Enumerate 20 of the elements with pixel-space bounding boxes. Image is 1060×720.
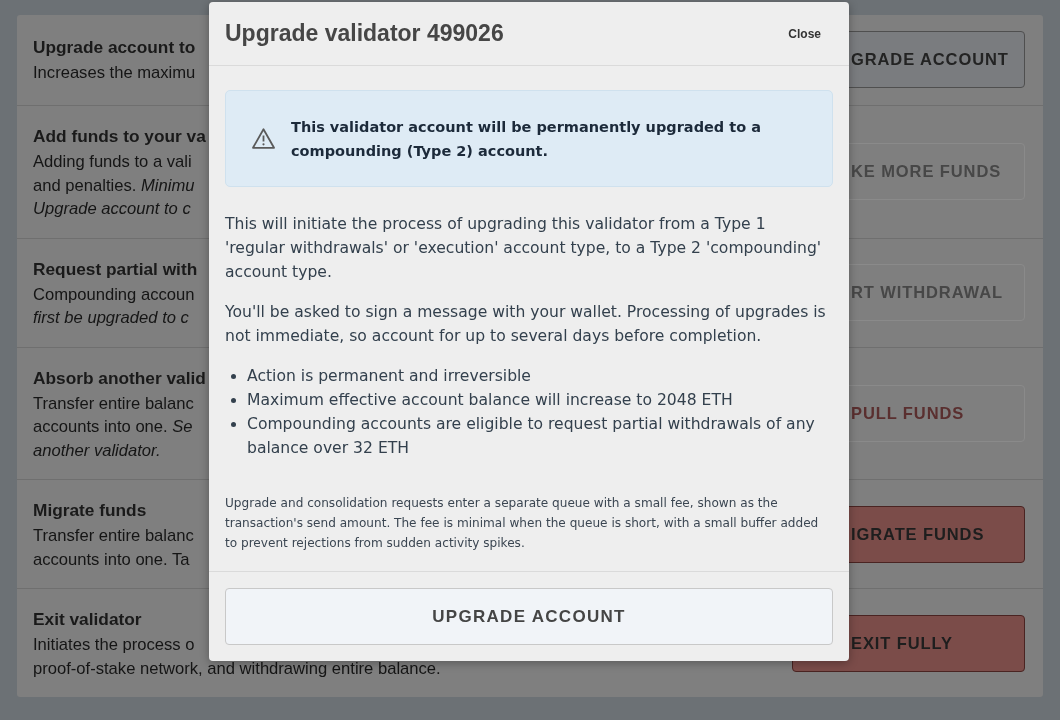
action-title: Upgrade account to bbox=[33, 36, 196, 60]
action-description: Transfer entire balanc accounts into one. Ta bbox=[33, 525, 194, 571]
action-description: Compounding accoun first be upgraded to c bbox=[33, 283, 195, 329]
dialog-title: Upgrade validator 499026 bbox=[225, 20, 504, 47]
action-title: Exit validator bbox=[33, 608, 142, 631]
action-title: Absorb another valid bbox=[33, 366, 206, 390]
action-title: Request partial with bbox=[33, 257, 198, 281]
bullet-text: Action is permanent and irreversible bbox=[247, 366, 531, 387]
alert-text: This validator account will be permanently upgraded to a compounding (Type 2) account. bbox=[291, 117, 762, 161]
warning-icon bbox=[252, 128, 275, 149]
action-description: Transfer entire balanc accounts into one. Se another validator. bbox=[33, 392, 194, 462]
action-title: Migrate funds bbox=[33, 499, 147, 522]
action-title: Add funds to your va bbox=[33, 125, 206, 148]
bullet-icon bbox=[231, 374, 236, 379]
action-description: Increases the maximu bbox=[33, 62, 196, 85]
bullet-icon bbox=[231, 398, 236, 403]
action-description: Adding funds to a vali and penalties. Minimu Upgrade account to c bbox=[33, 151, 195, 220]
upgrade-account-button[interactable]: UPGRADE ACCOUNT bbox=[225, 588, 833, 645]
bullet-icon bbox=[231, 422, 236, 427]
bullet-text: Maximum effective account balance will increase to 2048 ETH bbox=[247, 390, 733, 411]
